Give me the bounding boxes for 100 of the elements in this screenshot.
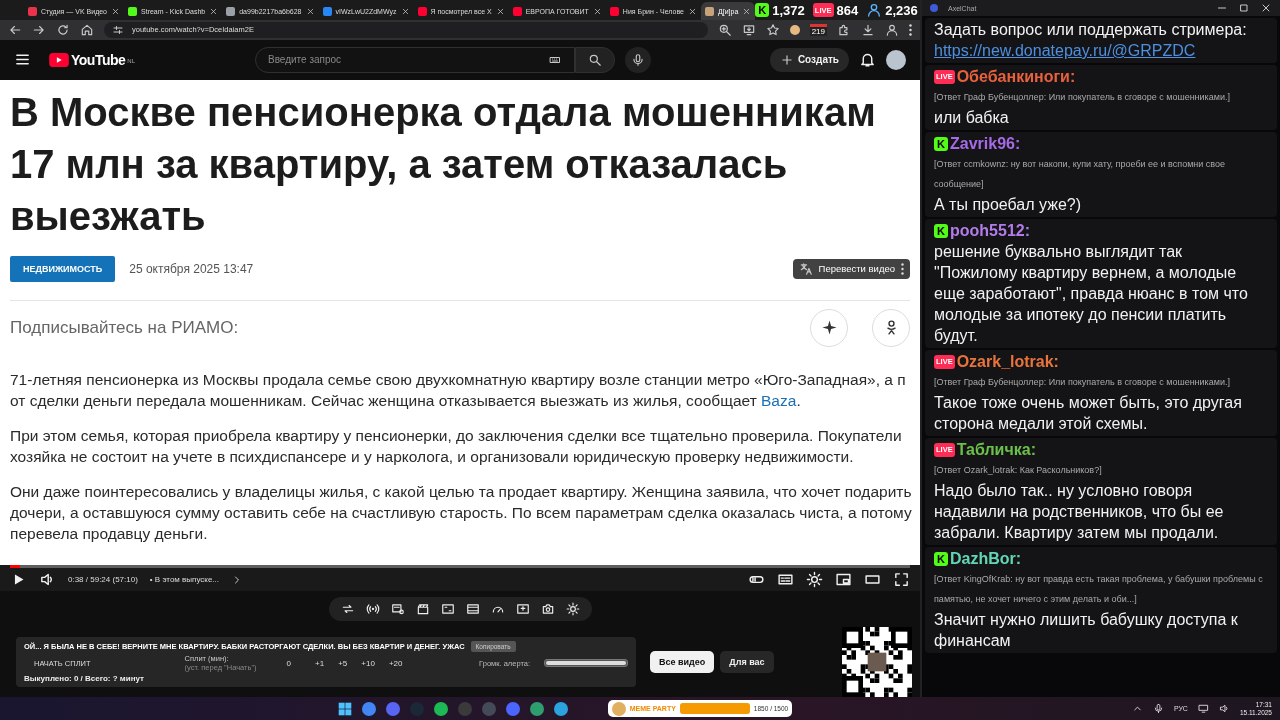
search-icon	[588, 52, 602, 67]
platform-badge: K	[934, 223, 948, 238]
reply-quote: [Ответ Граф Бубенцоллер: Или покупатель в сговоре с мошенниками.]	[934, 91, 1231, 104]
repeat-icon[interactable]	[340, 602, 355, 616]
close-icon[interactable]	[400, 6, 410, 16]
site-settings-icon[interactable]	[112, 23, 124, 36]
card-eye-icon[interactable]	[390, 602, 405, 616]
source-link[interactable]: Baza	[761, 391, 797, 409]
start-icon[interactable]	[337, 701, 352, 716]
plus-screen-icon[interactable]	[515, 602, 530, 616]
search-field[interactable]: Введите запрос	[255, 46, 575, 73]
username[interactable]: DazhBor:	[950, 549, 1022, 568]
app-icon[interactable]	[361, 701, 376, 716]
install-icon[interactable]	[741, 22, 756, 37]
chat-message: Значит нужно лишить бабушку доступа к финансам	[934, 610, 1239, 651]
app-icon[interactable]	[529, 701, 544, 716]
username[interactable]: pooh5512:	[950, 221, 1030, 240]
close-icon[interactable]	[742, 6, 752, 16]
filter-chip[interactable]: Для вас	[720, 651, 774, 673]
create-button[interactable]: Создать	[769, 47, 849, 72]
close-icon[interactable]	[592, 6, 602, 16]
avatar[interactable]	[886, 49, 906, 70]
reply-quote: [Ответ Граф Бубенцоллер: Или покупатель в сговоре с мошенниками.]	[934, 376, 1231, 389]
video-time: 0:38 / 59:24 (57:10)	[68, 575, 138, 584]
settings-icon[interactable]	[565, 602, 580, 616]
app-icon[interactable]	[385, 701, 400, 716]
profile-icon[interactable]	[885, 22, 899, 37]
frame-icon[interactable]	[440, 602, 455, 616]
home-icon[interactable]	[80, 22, 94, 37]
close-icon[interactable]	[209, 6, 219, 16]
clapperboard-icon[interactable]	[415, 602, 430, 616]
translate-icon	[798, 261, 813, 276]
download-icon[interactable]	[861, 22, 875, 37]
chapter-link[interactable]: • В этом выпуске...	[149, 575, 219, 584]
chat-message: или бабка	[934, 108, 1010, 128]
calendar-badge[interactable]: 219	[809, 23, 827, 36]
username[interactable]: Ozark_lotrak:	[956, 352, 1059, 371]
chat-message: А ты проебал уже?)	[934, 195, 1083, 215]
subscribe-text: Подписывайтесь на РИАМО:	[10, 317, 239, 338]
chat-message: решение буквально выглядит так "Пожилому квартиру вернем, а молодые еще заработают", правда нюанс в том что молодые за ипотеку до пенсии платить будут.	[934, 242, 1249, 346]
broadcast-icon[interactable]	[365, 602, 380, 616]
close-icon[interactable]	[1260, 2, 1272, 14]
person-icon	[866, 2, 883, 18]
striped-screen-icon[interactable]	[465, 602, 480, 616]
plus-icon	[779, 52, 794, 67]
summary-text: Выкуплено: 0 / Всего: ? минут	[24, 674, 145, 683]
category-tag[interactable]: НЕДВИЖИМОСТЬ	[10, 255, 116, 282]
reply-quote: [Ответ Ozark_lotrak: Как Раскольников?]	[934, 464, 1103, 477]
username[interactable]: Zavrik96:	[950, 134, 1021, 153]
sparkle-icon	[820, 319, 838, 337]
close-icon[interactable]	[111, 6, 120, 16]
more-icon	[901, 262, 904, 275]
increment-button[interactable]: +1	[315, 658, 325, 668]
article-date: 25 октября 2025 13:47	[129, 261, 254, 276]
article-paragraph: При этом семья, которая приобрела квартиру у пенсионерки, до заключения сделки все тщательно проверила. Покупатели хозяйка не состоит на учете в психдиспансере и у нарколога, и организовали юридическую проверку недвижимости.	[10, 425, 903, 467]
chat-message: Надо было так.. ну условно говоря надавили на родственников, что бы ее забрали. Квартиру затем мы продали.	[934, 481, 1225, 543]
split-value: 0	[286, 658, 292, 668]
article-paragraph: Они даже поинтересовались у владелицы жилья, с какой целью та продает квартиру. Женщина заявила, что хочет подарить дочери, а оставшуюся сумму оставить себе на счастливую старость. По всем параметрам сделка оказалась чиста, а потому перевела продавцу деньги.	[10, 481, 910, 544]
maximize-icon[interactable]	[1238, 2, 1250, 14]
article-paragraph: 71-летняя пенсионерка из Москвы продала семье свою двухкомнатную квартиру возле станции метро «Юго-Западная», а п от сделки деньги передала мошенникам. Сейчас женщина отказывается выезжать из жилья, сообщает Baza.	[10, 369, 907, 411]
notifications-icon[interactable]	[859, 51, 876, 69]
increment-button[interactable]: +5	[338, 658, 348, 668]
star-icon[interactable]	[765, 22, 780, 37]
app-icon	[930, 4, 938, 12]
voice-search-button[interactable]	[625, 46, 651, 73]
close-icon[interactable]	[687, 6, 697, 16]
viewer-count: 2,236	[885, 2, 918, 18]
translate-button[interactable]: Перевести видео	[792, 258, 910, 279]
monitor-icon[interactable]	[1197, 703, 1209, 714]
qr-code-drawing	[842, 627, 912, 697]
youtube-logo[interactable]: YouTube$^{NL}$	[49, 51, 135, 68]
search-button[interactable]	[575, 46, 615, 73]
platform-badge: K	[755, 3, 770, 17]
app-icon[interactable]	[433, 701, 448, 716]
more-icon[interactable]	[909, 23, 912, 36]
close-icon[interactable]	[495, 6, 505, 16]
fullscreen-icon[interactable]	[893, 571, 910, 588]
settings-icon[interactable]	[806, 571, 823, 588]
chat-message: Такое тоже очень может быть, это другая сторона медали этой схемы.	[934, 393, 1243, 434]
puzzle-icon[interactable]	[837, 22, 851, 37]
app-icon[interactable]	[553, 701, 568, 716]
platform-badge: K	[934, 551, 948, 566]
reload-icon[interactable]	[56, 22, 70, 37]
donation-link[interactable]: https://new.donatepay.ru/@GRPZDC	[934, 42, 1196, 59]
close-icon[interactable]	[305, 6, 315, 16]
increment-button[interactable]: +20	[388, 658, 403, 668]
camera-icon[interactable]	[540, 602, 555, 616]
viewer-count: 1,372	[772, 2, 805, 18]
microphone-icon[interactable]	[1152, 703, 1164, 714]
filter-chip[interactable]: Все видео	[650, 651, 715, 673]
app-icon[interactable]	[505, 701, 520, 716]
volume-icon[interactable]	[1218, 703, 1230, 714]
username[interactable]: Обебанкиноги:	[956, 67, 1076, 86]
zoom-icon[interactable]	[717, 22, 732, 37]
reply-quote: [Ответ KingOfKrab: ну вот правда есть такая проблема, у бабушки проблемы с памятью, не хочет ничего с этим делать и оби...]	[934, 573, 1264, 606]
increment-button[interactable]: +10	[361, 658, 375, 668]
chat-message: Задать вопрос или поддержать стримера: https://new.donatepay.ru/@GRPZDC	[934, 20, 1248, 61]
reply-quote: [Ответ ccmkownz: ну вот накопи, купи хату, проеби ее и вспомни свое сообщение]	[934, 158, 1227, 191]
username[interactable]: Табличка:	[956, 440, 1036, 459]
miniplayer-icon[interactable]	[835, 571, 852, 588]
